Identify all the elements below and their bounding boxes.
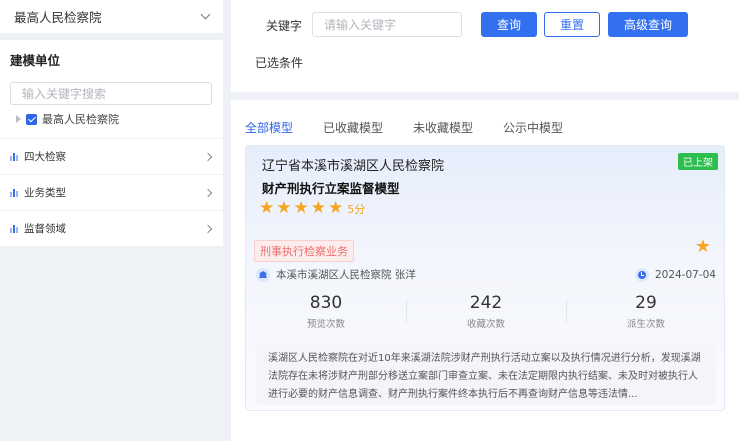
clock-icon	[634, 267, 649, 282]
favorite-star-icon[interactable]: ★	[695, 238, 711, 256]
stat-label: 收藏次数	[466, 319, 505, 330]
bar-chart-icon	[10, 152, 18, 161]
advanced-query-button[interactable]: 高级查询	[608, 12, 688, 37]
stat-value: 242	[469, 293, 503, 313]
unit-title: 建模单位	[10, 53, 61, 68]
status-badge: 已上架	[678, 153, 718, 170]
star-icon: ★	[259, 198, 275, 218]
institution-icon	[256, 267, 270, 282]
selected-conditions-label: 已选条件	[255, 56, 304, 70]
filter-item-four-procuratorial[interactable]: 四大检察	[0, 139, 223, 175]
stat-label: 预览次数	[306, 319, 345, 330]
org-select[interactable]: 最高人民检察院	[0, 0, 223, 33]
stat-derive: 29 派生次数	[566, 293, 726, 330]
keyword-input[interactable]	[312, 12, 462, 37]
left-sidebar: 最高人民检察院 建模单位 最高人民检察院 四大检察 业务类型	[0, 0, 223, 441]
model-tabs: 全部模型 已收藏模型 未收藏模型 公示中模型	[245, 119, 593, 136]
rating-score: 5分	[347, 202, 366, 216]
star-icon: ★	[276, 198, 292, 218]
filter-item-label: 监督领域	[24, 223, 66, 235]
chevron-right-icon	[203, 224, 213, 233]
tab-all-models[interactable]: 全部模型	[245, 119, 293, 136]
filter-item-business-type[interactable]: 业务类型	[0, 175, 223, 211]
card-date: 2024-07-04	[654, 268, 716, 281]
tab-public-models[interactable]: 公示中模型	[503, 119, 563, 136]
card-description: 溪湖区人民检察院在对近10年来溪湖法院涉财产刑执行活动立案以及执行情况进行分析，…	[256, 345, 716, 405]
tab-favorited-models[interactable]: 已收藏模型	[323, 119, 383, 136]
org-select-value: 最高人民检察院	[14, 10, 102, 25]
stat-value: 29	[635, 293, 657, 313]
bar-chart-icon	[10, 224, 18, 233]
rating-stars: ★ ★ ★ ★ ★ 5分	[259, 200, 365, 217]
caret-right-icon[interactable]	[16, 115, 21, 123]
reset-button[interactable]: 重置	[544, 12, 600, 37]
business-tag: 刑事执行检察业务	[254, 240, 354, 262]
filter-list: 四大检察 业务类型 监督领域	[0, 139, 223, 247]
star-icon: ★	[328, 198, 344, 218]
card-author: 本溪市溪湖区人民检察院 张洋	[276, 269, 416, 281]
chevron-right-icon	[203, 152, 213, 161]
tree-node-root[interactable]: 最高人民检察院	[16, 111, 119, 127]
card-model-name[interactable]: 财产刑执行立案监督模型	[262, 178, 400, 197]
card-org: 辽宁省本溪市溪湖区人民检察院	[262, 159, 445, 174]
card-meta-row: 本溪市溪湖区人民检察院 张洋 2024-07-04	[256, 267, 716, 282]
stat-value: 830	[309, 293, 343, 313]
filter-item-supervision-field[interactable]: 监督领域	[0, 211, 223, 247]
card-stats: 830 预览次数 242 收藏次数 29 派生次数	[246, 293, 726, 330]
tree-node-label: 最高人民检察院	[42, 113, 119, 126]
star-icon: ★	[310, 198, 326, 218]
chevron-down-icon	[200, 9, 211, 20]
main-content: 全部模型 已收藏模型 未收藏模型 公示中模型 辽宁省本溪市溪湖区人民检察院 财产…	[231, 100, 739, 441]
chevron-right-icon	[203, 188, 213, 197]
keyword-label: 关键字	[266, 19, 303, 33]
unit-search-input[interactable]	[10, 82, 212, 105]
star-icon: ★	[293, 198, 309, 218]
stat-label: 派生次数	[626, 319, 665, 330]
filter-item-label: 四大检察	[24, 151, 66, 163]
bar-chart-icon	[10, 188, 18, 197]
query-button[interactable]: 查询	[481, 12, 537, 37]
stat-favorite: 242 收藏次数	[406, 293, 566, 330]
filter-item-label: 业务类型	[24, 187, 66, 199]
search-panel: 关键字 查询 重置 高级查询 已选条件	[231, 0, 739, 92]
tree-node-checkbox[interactable]	[26, 113, 37, 125]
tab-unfavorited-models[interactable]: 未收藏模型	[413, 119, 473, 136]
stat-preview: 830 预览次数	[246, 293, 406, 330]
model-card[interactable]: 辽宁省本溪市溪湖区人民检察院 财产刑执行立案监督模型 已上架 ★ ★ ★ ★ ★…	[245, 145, 725, 411]
